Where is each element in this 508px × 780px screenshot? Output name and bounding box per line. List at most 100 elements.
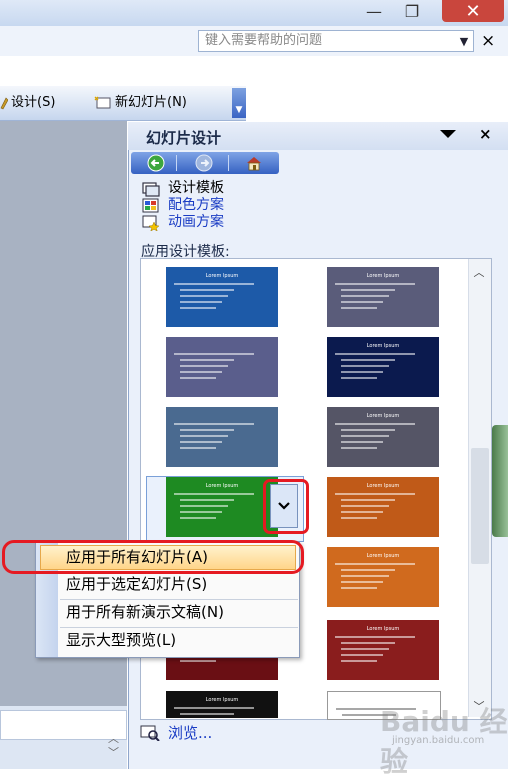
- help-search-input[interactable]: 键入需要帮助的问题: [198, 30, 474, 52]
- help-close-button[interactable]: ×: [481, 30, 495, 52]
- color-scheme-link[interactable]: 配色方案: [142, 197, 224, 214]
- home-button[interactable]: [240, 153, 268, 173]
- template-thumbnail-text-line: [180, 441, 222, 443]
- forward-button[interactable]: [190, 153, 218, 173]
- template-thumbnail-text-line: [180, 377, 216, 379]
- restore-icon: ❐: [404, 1, 420, 21]
- scroll-up-button[interactable]: ︿: [468, 261, 490, 283]
- template-thumbnail-text-line: [341, 642, 395, 644]
- browse-link[interactable]: 浏览...: [140, 722, 212, 743]
- color-scheme-label: 配色方案: [168, 197, 224, 213]
- design-icon: [0, 96, 9, 110]
- annotation-highlight-dropdown: [263, 479, 309, 534]
- template-thumbnail-text-line: [341, 517, 377, 519]
- task-pane-menu-icon[interactable]: [440, 130, 456, 138]
- template-thumbnail-text-line: [180, 660, 216, 662]
- template-thumbnail-text-line: [335, 283, 415, 285]
- template-thumbnail-title: Lorem Ipsum: [366, 553, 400, 559]
- back-arrow-icon: [147, 154, 165, 172]
- window-edge-decoration: [492, 425, 508, 537]
- template-thumbnail-text-line: [180, 371, 222, 373]
- template-thumbnail-text-line: [180, 447, 216, 449]
- template-thumbnail[interactable]: Lorem Ipsum: [166, 477, 278, 537]
- template-thumbnail-text-line: [341, 371, 383, 373]
- back-button[interactable]: [142, 153, 170, 173]
- animation-scheme-link[interactable]: 动画方案: [142, 214, 224, 232]
- design-template-link[interactable]: 设计模板: [142, 180, 224, 197]
- template-thumbnail-text-line: [341, 660, 377, 662]
- toolbar-options-button[interactable]: ▼: [232, 88, 246, 118]
- template-thumbnail-text-line: [180, 517, 216, 519]
- template-thumbnail-title: Lorem Ipsum: [366, 626, 400, 632]
- new-slide-button[interactable]: 新幻灯片(N): [94, 92, 187, 114]
- template-thumbnail-text-line: [174, 423, 254, 425]
- template-thumbnail-text-line: [341, 295, 389, 297]
- design-template-icon: [142, 181, 160, 197]
- close-window-button[interactable]: ✕: [442, 0, 504, 22]
- template-thumbnail[interactable]: [166, 407, 278, 467]
- template-thumbnail-text-line: [174, 353, 254, 355]
- template-thumbnail-text-line: [180, 499, 234, 501]
- template-thumbnail-text-line: [341, 447, 377, 449]
- animation-scheme-icon: [142, 215, 160, 232]
- template-thumbnail-text-line: [180, 359, 234, 361]
- template-thumbnail-text-line: [341, 307, 377, 309]
- template-thumbnail-text-line: [180, 713, 234, 715]
- annotation-highlight-menu-item: [2, 540, 304, 574]
- template-thumbnail-text-line: [335, 353, 415, 355]
- watermark-url: jingyan.baidu.com: [392, 735, 485, 746]
- template-thumbnail[interactable]: Lorem Ipsum: [166, 267, 278, 327]
- template-thumbnail-text-line: [341, 648, 389, 650]
- template-thumbnail-text-line: [335, 563, 415, 565]
- close-icon: ✕: [465, 0, 481, 22]
- template-thumbnail-text-line: [180, 511, 222, 513]
- template-thumbnail-text-line: [174, 283, 254, 285]
- template-thumbnail[interactable]: Lorem Ipsum: [327, 547, 439, 607]
- nav-separator: [176, 155, 177, 171]
- template-thumbnail-text-line: [341, 499, 395, 501]
- forward-arrow-icon: [195, 154, 213, 172]
- template-thumbnail-text-line: [180, 429, 234, 431]
- template-thumbnail-text-line: [335, 423, 415, 425]
- menu-item-use-for-new-presentations[interactable]: 用于所有新演示文稿(N): [66, 602, 224, 622]
- template-thumbnail-text-line: [341, 441, 383, 443]
- template-thumbnail[interactable]: Lorem Ipsum: [327, 407, 439, 467]
- template-thumbnail[interactable]: [166, 337, 278, 397]
- template-thumbnail-text-line: [341, 429, 395, 431]
- task-pane-close-button[interactable]: ×: [479, 125, 492, 143]
- minimize-icon: —: [366, 1, 382, 21]
- menu-item-apply-selected-slides[interactable]: 应用于选定幻灯片(S): [66, 574, 207, 594]
- template-thumbnail[interactable]: Lorem Ipsum: [327, 267, 439, 327]
- browse-label: 浏览...: [168, 724, 213, 742]
- template-thumbnail-text-line: [341, 359, 395, 361]
- scrollbar-thumb[interactable]: [471, 448, 489, 564]
- design-button[interactable]: 设计(S): [0, 92, 55, 114]
- menu-item-show-large-preview[interactable]: 显示大型预览(L): [66, 630, 176, 650]
- template-thumbnail[interactable]: Lorem Ipsum: [327, 477, 439, 537]
- template-thumbnail-text-line: [341, 511, 383, 513]
- template-thumbnail-text-line: [341, 575, 389, 577]
- template-thumbnail-text-line: [341, 365, 389, 367]
- color-scheme-icon: [142, 198, 160, 214]
- template-thumbnail-title: Lorem Ipsum: [205, 483, 239, 489]
- template-thumbnail-text-line: [341, 587, 377, 589]
- help-dropdown-button[interactable]: ▼: [455, 31, 473, 51]
- template-thumbnail[interactable]: Lorem Ipsum: [327, 337, 439, 397]
- template-thumbnail-title: Lorem Ipsum: [205, 273, 239, 279]
- template-thumbnail-text-line: [341, 301, 383, 303]
- menu-separator: [60, 627, 298, 628]
- restore-button[interactable]: ❐: [390, 0, 434, 22]
- template-thumbnail-text-line: [180, 301, 222, 303]
- template-thumbnail[interactable]: Lorem Ipsum: [327, 620, 439, 680]
- template-thumbnail-text-line: [180, 435, 228, 437]
- template-thumbnail[interactable]: Lorem Ipsum: [166, 691, 278, 718]
- scroll-down-icon[interactable]: ﹀: [108, 744, 119, 760]
- template-thumbnail-text-line: [180, 307, 216, 309]
- template-thumbnail-text-line: [341, 377, 377, 379]
- template-thumbnail-text-line: [335, 636, 415, 638]
- design-label: 设计(S): [11, 95, 56, 110]
- new-slide-label: 新幻灯片(N): [115, 95, 187, 110]
- template-thumbnail-title: Lorem Ipsum: [366, 413, 400, 419]
- design-template-label: 设计模板: [168, 180, 224, 196]
- template-thumbnail-text-line: [174, 707, 254, 709]
